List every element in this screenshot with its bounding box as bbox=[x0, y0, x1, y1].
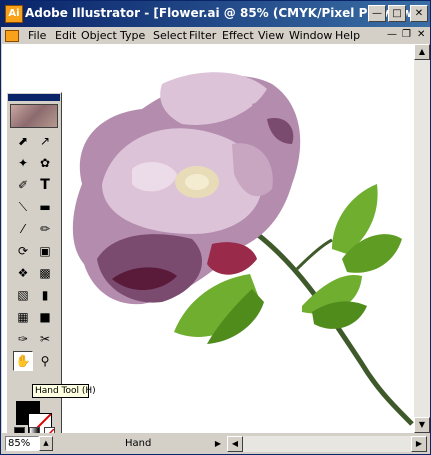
menu-filter[interactable]: Filter bbox=[189, 29, 216, 42]
menu-bar: File Edit Object Type Select Filter Effe… bbox=[1, 27, 430, 44]
tool-tooltip: Hand Tool (H) bbox=[32, 384, 96, 398]
pen-tool-icon[interactable]: ✐ bbox=[13, 175, 33, 195]
rectangle-tool-icon[interactable]: ▬ bbox=[35, 197, 55, 217]
menu-view[interactable]: View bbox=[258, 29, 284, 42]
scroll-left-icon[interactable]: ◀ bbox=[227, 436, 243, 452]
document-icon[interactable] bbox=[5, 30, 19, 42]
menu-select[interactable]: Select bbox=[153, 29, 187, 42]
scale-tool-icon[interactable]: ▣ bbox=[35, 241, 55, 261]
rotate-tool-icon[interactable]: ⟳ bbox=[13, 241, 33, 261]
tools-palette-titlebar[interactable] bbox=[8, 94, 60, 101]
maximize-icon[interactable]: □ bbox=[388, 5, 406, 22]
title-bar[interactable]: Ai Adobe Illustrator - [Flower.ai @ 85% … bbox=[1, 1, 430, 27]
close-icon[interactable]: ✕ bbox=[410, 5, 428, 22]
menu-type[interactable]: Type bbox=[120, 29, 145, 42]
stem-branch bbox=[295, 238, 333, 271]
scroll-up-icon[interactable]: ▲ bbox=[414, 44, 430, 60]
vertical-scrollbar[interactable]: ▲ ▼ bbox=[414, 44, 430, 433]
direct-selection-tool-icon[interactable]: ↗ bbox=[35, 131, 55, 151]
symbol-sprayer-tool-icon[interactable]: ▧ bbox=[13, 285, 33, 305]
selection-tool-icon[interactable]: ⬈ bbox=[13, 131, 33, 151]
graph-tool-icon[interactable]: ▮ bbox=[35, 285, 55, 305]
free-transform-tool-icon[interactable]: ▩ bbox=[35, 263, 55, 283]
menu-file[interactable]: File bbox=[28, 29, 46, 42]
tools-palette: ⬈ ↗ ✦ ✿ ✐ T ⟍ ▬ ⁄ ✏ ⟳ ▣ ❖ ▩ ▧ ▮ ▦ ■ ✑ ✂ … bbox=[6, 92, 62, 433]
menu-edit[interactable]: Edit bbox=[55, 29, 76, 42]
doc-close-icon[interactable]: ✕ bbox=[417, 29, 425, 40]
rose-red-petal bbox=[207, 242, 257, 275]
rose-stamens-center bbox=[185, 174, 209, 190]
zoom-menu-icon[interactable]: ▲ bbox=[39, 436, 53, 451]
stem bbox=[255, 232, 414, 426]
doc-restore-icon[interactable]: ❐ bbox=[402, 29, 411, 40]
scissors-tool-icon[interactable]: ✂ bbox=[35, 329, 55, 349]
lasso-tool-icon[interactable]: ✿ bbox=[35, 153, 55, 173]
horizontal-scrollbar[interactable]: ◀ ▶ bbox=[227, 436, 427, 452]
status-bar: 85% ▲ Hand ▶ ◀ ▶ bbox=[1, 433, 430, 454]
status-menu-icon[interactable]: ▶ bbox=[211, 436, 225, 451]
doc-minimize-icon[interactable]: — bbox=[387, 29, 397, 40]
menu-window[interactable]: Window bbox=[289, 29, 332, 42]
line-segment-tool-icon[interactable]: ⟍ bbox=[13, 197, 33, 217]
pencil-tool-icon[interactable]: ✏ bbox=[35, 219, 55, 239]
illustrator-icon[interactable]: Ai bbox=[5, 5, 23, 23]
illustrator-window: Ai Adobe Illustrator - [Flower.ai @ 85% … bbox=[0, 0, 431, 455]
magic-wand-tool-icon[interactable]: ✦ bbox=[13, 153, 33, 173]
warp-tool-icon[interactable]: ❖ bbox=[13, 263, 33, 283]
type-tool-icon[interactable]: T bbox=[35, 175, 55, 195]
menu-help[interactable]: Help bbox=[335, 29, 360, 42]
mesh-tool-icon[interactable]: ▦ bbox=[13, 307, 33, 327]
scroll-down-icon[interactable]: ▼ bbox=[414, 417, 430, 433]
zoom-level-field[interactable]: 85% bbox=[5, 436, 39, 451]
flower-artwork bbox=[72, 72, 414, 426]
paintbrush-tool-icon[interactable]: ⁄ bbox=[13, 219, 33, 239]
status-tool-name: Hand bbox=[125, 438, 152, 449]
menu-effect[interactable]: Effect bbox=[222, 29, 254, 42]
gradient-tool-icon[interactable]: ■ bbox=[35, 307, 55, 327]
eyedropper-tool-icon[interactable]: ✑ bbox=[13, 329, 33, 349]
scroll-right-icon[interactable]: ▶ bbox=[411, 436, 427, 452]
toolbox-thumbnail bbox=[10, 104, 58, 128]
hand-tool-icon[interactable]: ✋ bbox=[13, 351, 33, 371]
zoom-tool-icon[interactable]: ⚲ bbox=[35, 351, 55, 371]
artboard-canvas[interactable]: ⬈ ↗ ✦ ✿ ✐ T ⟍ ▬ ⁄ ✏ ⟳ ▣ ❖ ▩ ▧ ▮ ▦ ■ ✑ ✂ … bbox=[2, 44, 414, 433]
minimize-icon[interactable]: — bbox=[368, 5, 386, 22]
menu-object[interactable]: Object bbox=[81, 29, 117, 42]
